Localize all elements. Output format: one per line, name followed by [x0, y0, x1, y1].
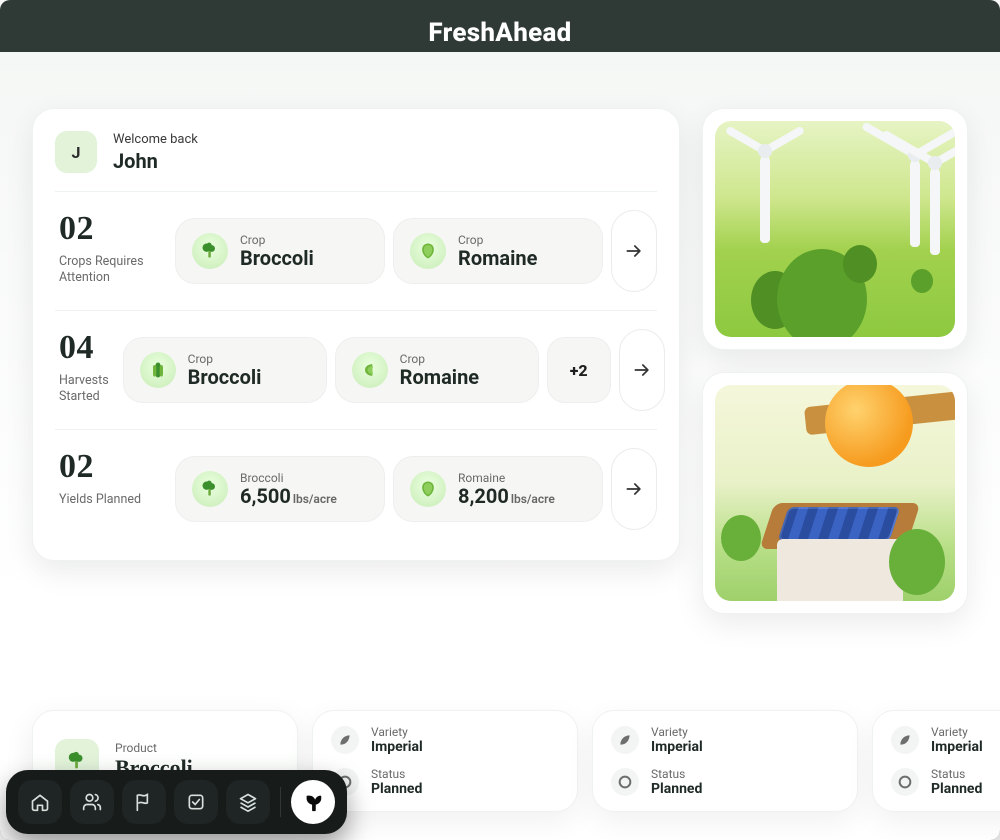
leafy-icon — [352, 352, 388, 388]
variety-label: Variety — [371, 725, 423, 739]
home-icon — [30, 792, 50, 812]
broccoli-icon — [192, 471, 228, 507]
metric-label: Harvests Started — [59, 373, 109, 406]
status-icon — [611, 768, 639, 796]
dock-separator — [280, 787, 281, 817]
crop-tile[interactable]: Crop Broccoli — [175, 218, 385, 284]
metric-label: Crops Requires Attention — [59, 254, 161, 287]
status-value: Planned — [371, 781, 422, 797]
sprout-icon — [302, 791, 324, 813]
status-icon — [891, 768, 919, 796]
product-card[interactable]: Variety Imperial Status Planned — [592, 710, 858, 812]
lettuce-icon — [410, 233, 446, 269]
metric-count: 02 — [59, 448, 161, 486]
variety-value: Imperial — [371, 739, 423, 755]
arrow-right-icon — [632, 360, 652, 380]
crop-tile-name: Romaine — [458, 247, 537, 269]
variety-label: Variety — [931, 725, 983, 739]
dock-home-button[interactable] — [18, 780, 62, 824]
welcome-header: J Welcome back John — [55, 131, 657, 192]
arrow-right-icon — [624, 241, 644, 261]
arrow-next-button[interactable] — [611, 448, 657, 530]
metric-count: 02 — [59, 210, 161, 248]
crop-tile[interactable]: Crop Broccoli — [123, 337, 327, 403]
dock-people-button[interactable] — [70, 780, 114, 824]
promo-card-solar[interactable] — [702, 372, 968, 614]
welcome-name: John — [113, 149, 198, 173]
dock-sprout-button[interactable] — [291, 780, 335, 824]
yield-tile[interactable]: Romaine 8,200lbs/acre — [393, 456, 603, 522]
leaf-icon — [891, 726, 919, 754]
variety-value: Imperial — [931, 739, 983, 755]
more-crops-tile[interactable]: +2 — [547, 337, 611, 403]
leaf-icon — [611, 726, 639, 754]
welcome-greeting: Welcome back — [113, 132, 198, 147]
dock-layers-button[interactable] — [226, 780, 270, 824]
arrow-next-button[interactable] — [619, 329, 665, 411]
crop-tile-label: Crop — [400, 352, 479, 366]
crop-tile-name: Romaine — [400, 366, 479, 388]
people-icon — [82, 792, 102, 812]
metric-label: Yields Planned — [59, 492, 161, 524]
status-label: Status — [651, 767, 702, 781]
broccoli-icon — [192, 233, 228, 269]
crop-tile-name: Broccoli — [240, 247, 314, 269]
brand-title: FreshAhead — [428, 18, 571, 48]
promo-card-wind[interactable] — [702, 108, 968, 350]
crop-tile-label: Crop — [188, 352, 262, 366]
crop-tile-label: Crop — [240, 233, 314, 247]
yield-tile-value: 8,200lbs/acre — [458, 485, 555, 507]
arrow-next-button[interactable] — [611, 210, 657, 292]
metric-count: 04 — [59, 329, 109, 367]
status-label: Status — [371, 767, 422, 781]
yield-tile-name: Romaine — [458, 471, 555, 485]
leaf-icon — [331, 726, 359, 754]
leafy-icon — [140, 352, 176, 388]
yield-tile-name: Broccoli — [240, 471, 337, 485]
avatar[interactable]: J — [55, 131, 97, 173]
status-label: Status — [931, 767, 982, 781]
flag-icon — [134, 792, 154, 812]
metric-row-yields: 02 Yields Planned Broccoli 6,500lbs/acre — [55, 430, 657, 548]
metric-row-harvests: 04 Harvests Started Crop Broccoli — [55, 311, 657, 430]
crop-tile-label: Crop — [458, 233, 537, 247]
status-value: Planned — [931, 781, 982, 797]
arrow-right-icon — [624, 479, 644, 499]
variety-label: Variety — [651, 725, 703, 739]
solar-illustration — [715, 385, 955, 601]
status-value: Planned — [651, 781, 702, 797]
bottom-dock — [6, 770, 347, 834]
dock-flag-button[interactable] — [122, 780, 166, 824]
product-label: Product — [115, 741, 193, 755]
dashboard-card: J Welcome back John 02 Crops Requires At… — [32, 108, 680, 561]
dock-tasks-button[interactable] — [174, 780, 218, 824]
checklist-icon — [186, 792, 206, 812]
variety-value: Imperial — [651, 739, 703, 755]
product-card[interactable]: Variety Imperial Status Planned — [312, 710, 578, 812]
metric-row-attention: 02 Crops Requires Attention Crop Broccol… — [55, 192, 657, 311]
crop-tile[interactable]: Crop Romaine — [393, 218, 603, 284]
layers-icon — [238, 792, 258, 812]
yield-tile-value: 6,500lbs/acre — [240, 485, 337, 507]
lettuce-icon — [410, 471, 446, 507]
crop-tile[interactable]: Crop Romaine — [335, 337, 539, 403]
product-card[interactable]: Variety Imperial Status Planned — [872, 710, 1000, 812]
crop-tile-name: Broccoli — [188, 366, 262, 388]
wind-illustration — [715, 121, 955, 337]
yield-tile[interactable]: Broccoli 6,500lbs/acre — [175, 456, 385, 522]
